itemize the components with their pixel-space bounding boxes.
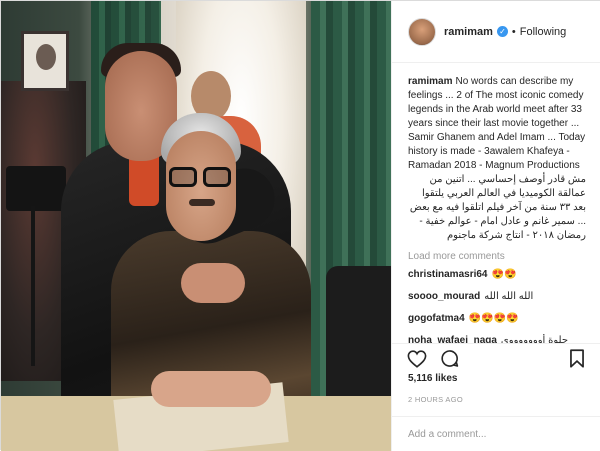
- avatar[interactable]: [408, 17, 436, 46]
- comment-item: noha_wafaei_naga حلوة أوووووووي: [408, 334, 586, 343]
- post-timestamp: 2 HOURS AGO: [408, 395, 463, 404]
- comment-text: حلوة أوووووووي: [500, 335, 569, 343]
- comment-icon[interactable]: [438, 348, 460, 370]
- comment-input[interactable]: [408, 428, 586, 440]
- caption-username[interactable]: ramimam: [408, 76, 452, 87]
- chair: [326, 266, 391, 406]
- mustache: [189, 199, 215, 206]
- comment-item: soooo_mourad الله الله الله: [408, 290, 586, 304]
- separator-dot: •: [511, 25, 516, 38]
- post-sidebar: ramimam ✓ • Following ramimam No words ca…: [391, 1, 600, 451]
- action-bar: [392, 343, 600, 373]
- instagram-post: ramimam ✓ • Following ramimam No words ca…: [0, 0, 600, 451]
- following-button[interactable]: Following: [520, 26, 566, 38]
- comments-section: ramimam No words can describe my feelings…: [392, 63, 600, 343]
- heart-icon[interactable]: [406, 348, 428, 370]
- post-photo[interactable]: [1, 1, 391, 451]
- comment-item: gogofatma4 😍😍😍😍: [408, 312, 586, 326]
- comment-username[interactable]: gogofatma4: [408, 313, 465, 324]
- seated-man-hands: [151, 371, 271, 407]
- verified-badge-icon: ✓: [496, 26, 508, 37]
- bookmark-icon[interactable]: [566, 348, 588, 370]
- comment-username[interactable]: soooo_mourad: [408, 291, 480, 302]
- comment-item: christinamasri64 😍😍: [408, 268, 586, 282]
- comment-text: 😍😍😍😍: [468, 313, 519, 324]
- load-more-comments-link[interactable]: Load more comments: [408, 251, 586, 262]
- caption: ramimam No words can describe my feelings…: [408, 75, 586, 173]
- hand-on-shoulder: [181, 263, 245, 303]
- caption-text: No words can describe my feelings ... 2 …: [408, 76, 586, 171]
- comment-username[interactable]: christinamasri64: [408, 269, 488, 280]
- film-camera: [6, 166, 66, 211]
- comment-username[interactable]: noha_wafaei_naga: [408, 335, 497, 343]
- caption-arabic: مش قادر أوصف إحساسي ... اتنين من عمالقة …: [409, 174, 586, 241]
- add-comment-bar: [392, 416, 600, 451]
- wall-portrait: [21, 31, 69, 91]
- likes-count[interactable]: 5,116 likes: [408, 373, 458, 384]
- comment-text: الله الله الله: [484, 291, 534, 302]
- post-header: ramimam ✓ • Following: [392, 1, 600, 63]
- username-link[interactable]: ramimam: [444, 26, 493, 38]
- glasses: [169, 167, 233, 189]
- comment-text: 😍😍: [491, 269, 517, 280]
- camera-tripod: [31, 206, 35, 366]
